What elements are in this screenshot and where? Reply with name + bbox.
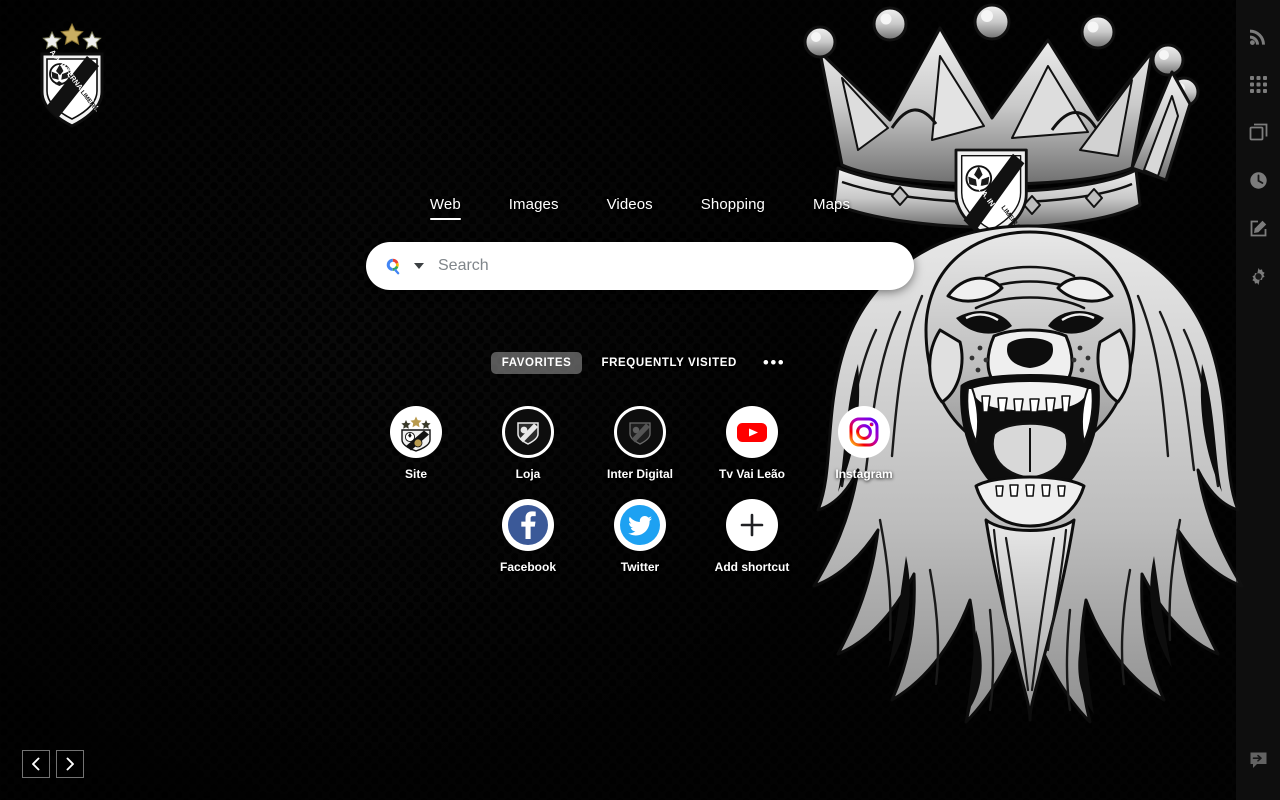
tab-shopping[interactable]: Shopping: [677, 196, 789, 220]
chevron-left-icon: [32, 757, 40, 771]
edit-note-icon[interactable]: [1236, 204, 1280, 252]
tab-images[interactable]: Images: [485, 196, 583, 220]
shortcut-label: Twitter: [620, 560, 660, 574]
search-input[interactable]: [438, 257, 896, 275]
tab-web[interactable]: Web: [406, 196, 485, 220]
shortcut-label: Loja: [515, 467, 541, 481]
shortcut-label: Tv Vai Leão: [718, 467, 786, 481]
feedback-bubble-icon[interactable]: [1236, 736, 1280, 784]
plus-icon: [726, 499, 778, 551]
wallpaper-next-button[interactable]: [56, 750, 84, 778]
shortcut-facebook[interactable]: Facebook: [472, 499, 584, 574]
tab-favorites[interactable]: FAVORITES: [490, 352, 583, 374]
shortcut-grid: Site Loja Inter Digital Tv Vai Leão Inst…: [360, 406, 920, 574]
shortcut-label: Facebook: [499, 560, 556, 574]
shortcut-instagram[interactable]: Instagram: [808, 406, 920, 481]
chevron-right-icon: [66, 757, 74, 771]
shortcut-label: Site: [404, 467, 427, 481]
wallpaper-navigation: [22, 750, 84, 778]
wallpaper-previous-button[interactable]: [22, 750, 50, 778]
snapshot-icon[interactable]: [1236, 108, 1280, 156]
club-crest-icon: [390, 406, 442, 458]
search-bar[interactable]: [366, 242, 914, 290]
shortcut-tabs: FAVORITES FREQUENTLY VISITED •••: [490, 352, 790, 374]
shortcut-add[interactable]: Add shortcut: [696, 499, 808, 574]
chevron-down-icon: [414, 263, 424, 269]
club-crest-icon: [614, 406, 666, 458]
shortcut-twitter[interactable]: Twitter: [584, 499, 696, 574]
shortcut-label: Inter Digital: [606, 467, 673, 481]
tab-videos[interactable]: Videos: [583, 196, 677, 220]
shortcut-loja[interactable]: Loja: [472, 406, 584, 481]
shortcut-label: Instagram: [835, 467, 893, 481]
tab-maps[interactable]: Maps: [789, 196, 874, 220]
shortcut-site[interactable]: Site: [360, 406, 472, 481]
apps-grid-icon[interactable]: [1236, 60, 1280, 108]
gear-settings-icon[interactable]: [1236, 252, 1280, 300]
twitter-icon: [614, 499, 666, 551]
youtube-icon: [726, 406, 778, 458]
shortcut-inter-digital[interactable]: Inter Digital: [584, 406, 696, 481]
facebook-icon: [502, 499, 554, 551]
shortcut-label: Add shortcut: [714, 560, 790, 574]
club-crest-icon: [502, 406, 554, 458]
shortcut-options-menu[interactable]: •••: [759, 354, 789, 371]
rss-feed-icon[interactable]: [1236, 12, 1280, 60]
instagram-icon: [838, 406, 890, 458]
google-search-icon: [384, 256, 405, 277]
shortcut-tv-vai-leao[interactable]: Tv Vai Leão: [696, 406, 808, 481]
clock-history-icon[interactable]: [1236, 156, 1280, 204]
right-sidebar: [1236, 0, 1280, 800]
search-engine-selector[interactable]: [384, 256, 424, 277]
tab-frequently-visited[interactable]: FREQUENTLY VISITED: [590, 352, 747, 374]
search-category-tabs: Web Images Videos Shopping Maps: [406, 196, 874, 220]
